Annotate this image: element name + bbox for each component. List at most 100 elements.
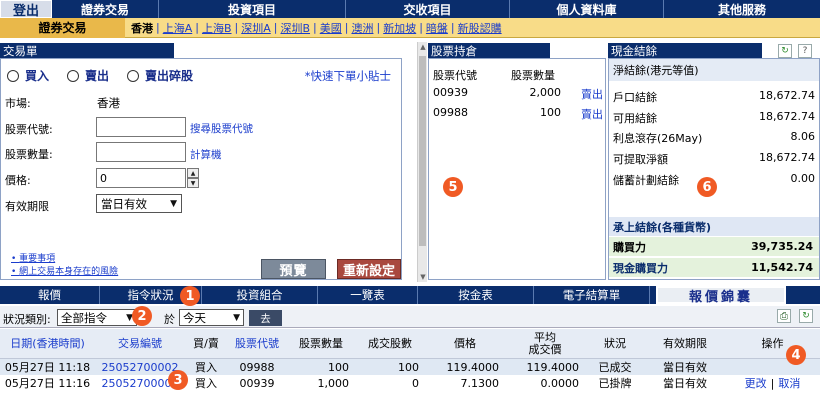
table-header: 日期(香港時間) 交易編號 買/賣 股票代號 股票數量 成交股數 價格 平均 成…	[0, 329, 820, 359]
radio-circle-icon	[127, 69, 140, 82]
stock-qty-label: 股票數量:	[5, 148, 53, 161]
market-value: 香港	[97, 96, 120, 110]
tab-e-statement[interactable]: 電子結算單	[534, 286, 650, 304]
market-hk[interactable]: 香港	[131, 20, 153, 36]
col-qty: 股票數量	[299, 336, 343, 350]
annotation-badge-3: 3	[168, 370, 188, 390]
cash-row: 可用結餘 18,672.74	[613, 110, 815, 125]
price-up-icon[interactable]: ▲	[187, 168, 199, 178]
col-status: 狀況	[604, 336, 626, 350]
holding-row: 00939 2,000 賣出	[433, 86, 603, 102]
holdings-col-qty: 股票數量	[511, 69, 555, 82]
status-type-select[interactable]: 全部指令 ▼	[57, 309, 137, 326]
quote-kit-button[interactable]: 報價錦囊	[656, 286, 786, 305]
cash-panel: 淨結餘(港元等值) 戶口結餘 18,672.74 可用結餘 18,672.74 利息…	[608, 58, 820, 280]
col-filled: 成交股數	[368, 336, 412, 350]
scroll-thumb[interactable]	[419, 56, 426, 246]
cash-buying-power-row: 現金購買力 11,542.74	[609, 258, 819, 277]
order-status-table: 日期(香港時間) 交易編號 買/賣 股票代號 股票數量 成交股數 價格 平均 成…	[0, 329, 820, 391]
scroll-up-icon[interactable]: ▲	[418, 42, 428, 52]
go-button[interactable]: 去	[249, 310, 282, 326]
nav-securities-trading[interactable]: 證券交易	[52, 0, 159, 18]
market-shanghai-a[interactable]: 上海A	[163, 20, 193, 36]
carry-forward-link[interactable]: 承上結餘(各種貨幣)	[609, 217, 819, 236]
quick-order-tips-link[interactable]: *快速下單小貼士	[305, 68, 391, 84]
date-select[interactable]: 今天 ▼	[179, 309, 244, 326]
market-singapore[interactable]: 新加坡	[383, 20, 416, 36]
price-down-icon[interactable]: ▼	[187, 178, 199, 188]
market-australia[interactable]: 澳洲	[351, 20, 373, 36]
holdings-panel: 股票代號 股票數量 00939 2,000 賣出 09988 100 賣出	[428, 58, 606, 280]
col-side: 買/賣	[193, 336, 219, 350]
col-ref[interactable]: 交易編號	[95, 329, 185, 358]
radio-buy[interactable]: 買入	[7, 67, 49, 84]
stock-code-input[interactable]	[96, 117, 186, 137]
market-grey[interactable]: 暗盤	[426, 20, 448, 36]
logout-button[interactable]: 登出	[0, 0, 52, 19]
preview-button[interactable]: 預覽	[261, 259, 326, 279]
market-shenzhen-b[interactable]: 深圳B	[280, 20, 310, 36]
radio-circle-icon	[67, 69, 80, 82]
market-ipo[interactable]: 新股認購	[458, 20, 502, 36]
annotation-badge-2: 2	[132, 306, 152, 326]
validity-select[interactable]: 當日有效 ▼	[96, 194, 182, 213]
search-stock-code-link[interactable]: 搜尋股票代號	[190, 121, 253, 136]
buying-power-row: 購買力 39,735.24	[609, 237, 819, 256]
tab-quote[interactable]: 報價	[0, 286, 100, 304]
annotation-badge-4: 4	[786, 345, 806, 365]
order-panel-title: 交易單	[0, 43, 174, 58]
holding-sell-link[interactable]: 賣出	[581, 106, 603, 122]
holding-sell-link[interactable]: 賣出	[581, 86, 603, 102]
refresh-orders-icon[interactable]: ↻	[799, 309, 813, 323]
col-date[interactable]: 日期(香港時間)	[0, 329, 95, 358]
nav-other-services[interactable]: 其他服務	[664, 0, 820, 18]
help-icon[interactable]: ?	[798, 44, 812, 58]
nav-personal-database[interactable]: 個人資料庫	[510, 0, 664, 18]
cancel-order-link[interactable]: 取消	[778, 375, 800, 391]
subnav-securities-trading[interactable]: 證券交易	[0, 17, 125, 38]
stock-qty-input[interactable]	[96, 142, 186, 162]
reset-button[interactable]: 重新設定	[337, 259, 401, 279]
calculator-link[interactable]: 計算機	[190, 147, 222, 162]
tab-portfolio[interactable]: 投資組合	[202, 286, 318, 304]
bottom-tabs: 報價 指令狀況 投資組合 一覽表 按金表 電子結算單 報價錦囊	[0, 286, 820, 305]
tab-summary[interactable]: 一覽表	[318, 286, 418, 304]
scroll-down-icon[interactable]: ▼	[418, 272, 428, 282]
row-actions: 更改 | 取消	[744, 375, 801, 391]
status-type-label: 狀況類別:	[3, 313, 51, 326]
important-notes-link[interactable]: • 重要事項	[11, 253, 118, 266]
nav-settlement-items[interactable]: 交收項目	[346, 0, 510, 18]
tab-margin-table[interactable]: 按金表	[418, 286, 534, 304]
order-filter-row: 狀況類別: 全部指令 ▼ 於 今天 ▼ 去 ⎙ ↻	[0, 306, 820, 328]
col-avg-price: 平均 成交價	[528, 330, 562, 356]
market-shenzhen-a[interactable]: 深圳A	[241, 20, 271, 36]
table-row: 05月27日 11:18 25052700002 買入 09988 100 10…	[0, 359, 820, 375]
chevron-down-icon: ▼	[170, 198, 177, 209]
print-icon[interactable]: ⎙	[777, 309, 791, 323]
price-label: 價格:	[5, 174, 31, 187]
holding-row: 09988 100 賣出	[433, 106, 603, 122]
price-input[interactable]	[96, 168, 186, 188]
col-code[interactable]: 股票代號	[227, 329, 287, 358]
at-label: 於	[164, 313, 175, 326]
nav-investment-items[interactable]: 投資項目	[159, 0, 346, 18]
net-balance-subtitle: 淨結餘(港元等值)	[609, 59, 819, 81]
modify-order-link[interactable]: 更改	[745, 375, 767, 391]
market-subnav: 證券交易 香港 | 上海A | 上海B | 深圳A | 深圳B | 美國 | 澳洲 | 新加坡…	[0, 17, 820, 38]
col-price: 價格	[454, 336, 476, 350]
market-us[interactable]: 美國	[320, 20, 342, 36]
cash-title: 現金結餘	[608, 43, 762, 58]
notes-list: • 重要事項 • 網上交易本身存在的風險	[11, 253, 118, 279]
market-label: 市場:	[5, 97, 31, 110]
radio-sell[interactable]: 賣出	[67, 67, 109, 84]
radio-sell-odd-lot[interactable]: 賣出碎股	[127, 67, 193, 84]
market-shanghai-b[interactable]: 上海B	[202, 20, 232, 36]
cash-row: 利息滾存(26May) 8.06	[613, 130, 815, 145]
holdings-header: 股票代號 股票數量	[433, 67, 555, 83]
vertical-scrollbar[interactable]: ▲ ▼	[417, 42, 427, 282]
radio-circle-icon	[7, 69, 19, 82]
online-trading-risk-link[interactable]: • 網上交易本身存在的風險	[11, 266, 118, 279]
col-validity: 有效期限	[663, 336, 707, 350]
refresh-icon[interactable]: ↻	[778, 44, 792, 58]
annotation-badge-5: 5	[443, 177, 463, 197]
